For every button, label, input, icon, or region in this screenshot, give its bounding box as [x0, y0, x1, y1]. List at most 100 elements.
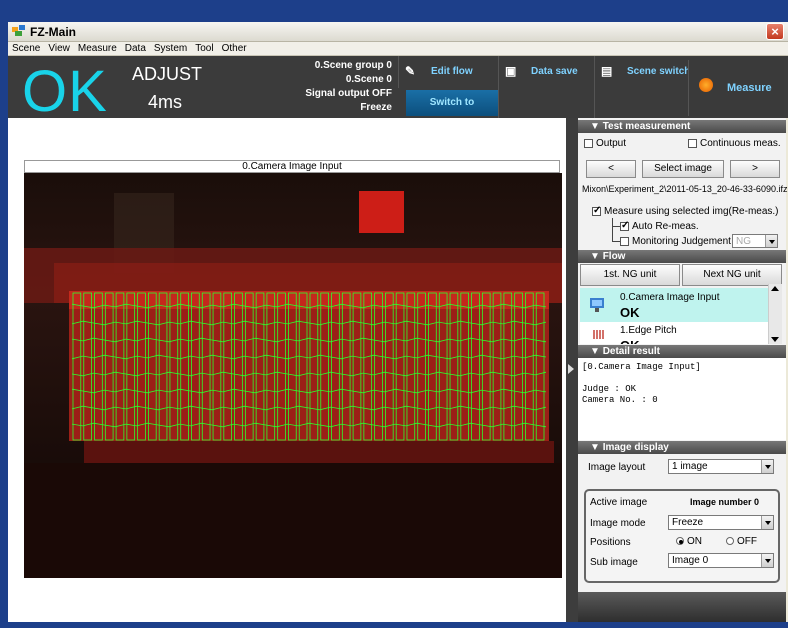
- scene-switch-icon: ▤: [601, 64, 613, 78]
- image-layout-value: 1 image: [672, 461, 708, 472]
- freeze-status: Freeze: [360, 102, 392, 113]
- menu-system[interactable]: System: [150, 42, 191, 56]
- auto-remeas-check[interactable]: [620, 220, 629, 231]
- process-time: 4ms: [148, 92, 183, 112]
- first-ng-button[interactable]: 1st. NG unit: [580, 264, 680, 286]
- flow-scrollbar[interactable]: [768, 284, 782, 344]
- chevron-down-icon[interactable]: [761, 516, 773, 529]
- positions-label: Positions: [590, 537, 631, 548]
- bottom-bar: [578, 592, 786, 622]
- scroll-up-icon[interactable]: [771, 286, 779, 291]
- detail-result-header[interactable]: ▼ Detail result: [578, 345, 786, 358]
- menu-other[interactable]: Other: [218, 42, 251, 56]
- image-layout-select[interactable]: 1 image: [668, 459, 774, 474]
- scene-name: 0.Scene 0: [345, 74, 392, 85]
- radio-on[interactable]: [676, 537, 684, 546]
- data-save-button[interactable]: ▣ Data save: [498, 56, 594, 118]
- output-checkbox[interactable]: Output: [584, 138, 626, 149]
- switch-run-mode-button[interactable]: Switch to RUNmode: [406, 90, 498, 134]
- measure-button[interactable]: Measure: [688, 60, 784, 116]
- monitoring-value: NG: [736, 236, 751, 247]
- image-display-header[interactable]: ▼ Image display: [578, 441, 786, 454]
- sub-image-label: Sub image: [590, 557, 638, 568]
- expand-arrow-icon[interactable]: [568, 364, 574, 374]
- edit-flow-label: Edit flow: [431, 66, 473, 77]
- scene-info: 0.Scene group 0 0.Scene 0 Signal output …: [284, 59, 392, 115]
- positions-on-radio[interactable]: ON: [676, 536, 702, 547]
- flow-title: Flow: [602, 251, 626, 262]
- camera-image[interactable]: [24, 173, 562, 578]
- menu-tool[interactable]: Tool: [191, 42, 217, 56]
- menu-measure[interactable]: Measure: [74, 42, 121, 56]
- measure-label: Measure: [727, 82, 772, 94]
- chevron-down-icon[interactable]: [761, 554, 773, 567]
- flow-header[interactable]: ▼ Flow: [578, 250, 786, 263]
- flow-item-name: 0.Camera Image Input: [620, 292, 720, 303]
- scroll-down-icon[interactable]: [771, 337, 779, 342]
- menu-scene[interactable]: Scene: [8, 42, 44, 56]
- positions-off-radio[interactable]: OFF: [726, 536, 757, 547]
- scene-switch-label: Scene switch: [627, 66, 691, 77]
- next-image-button[interactable]: >: [730, 160, 780, 178]
- auto-remeas-checkbox[interactable]: Auto Re-meas.: [620, 220, 699, 232]
- monitoring-label: Monitoring Judgement: [632, 236, 731, 247]
- positions-off-label: OFF: [737, 536, 757, 547]
- active-image-label: Active image: [590, 497, 648, 508]
- monitoring-check[interactable]: [620, 236, 629, 246]
- edit-flow-button[interactable]: ✎ Edit flow: [398, 56, 498, 88]
- camera-icon: [590, 298, 604, 312]
- menu-data[interactable]: Data: [121, 42, 150, 56]
- continuous-label: Continuous meas.: [700, 138, 781, 149]
- detail-result-title: Detail result: [602, 346, 660, 357]
- flow-item-name: 1.Edge Pitch: [620, 325, 677, 336]
- measure-selected-checkbox[interactable]: Measure using selected img(Re-meas.): [592, 205, 779, 217]
- flow-item-status: OK: [620, 305, 640, 320]
- select-image-button[interactable]: Select image: [642, 160, 724, 178]
- title-bar: FZ-Main ×: [8, 22, 788, 42]
- camera-image-render: [24, 173, 562, 578]
- menu-bar: Scene View Measure Data System Tool Other: [8, 42, 788, 56]
- image-mode-value: Freeze: [672, 517, 704, 528]
- mode-label: ADJUST: [132, 64, 203, 84]
- measure-selected-check[interactable]: [592, 205, 601, 216]
- auto-remeas-label: Auto Re-meas.: [632, 221, 699, 232]
- active-image-value: Image number 0: [690, 497, 760, 507]
- radio-off[interactable]: [726, 537, 734, 546]
- monitoring-checkbox[interactable]: Monitoring Judgement: [620, 236, 731, 247]
- toolbar: OK ADJUST 4ms 0.Scene group 0 0.Scene 0 …: [8, 56, 788, 134]
- scene-group: 0.Scene group 0: [314, 60, 392, 71]
- image-display-title: Image display: [602, 442, 669, 453]
- sub-image-select[interactable]: Image 0: [668, 553, 774, 568]
- next-ng-button[interactable]: Next NG unit: [682, 264, 782, 286]
- image-mode-label: Image mode: [590, 518, 646, 529]
- flow-item-status: OK: [620, 338, 640, 344]
- test-measurement-title: Test measurement: [602, 121, 691, 132]
- chevron-down-icon[interactable]: [765, 235, 777, 247]
- chevron-down-icon[interactable]: [761, 460, 773, 473]
- image-path: Mixon\Experiment_2\2011-05-13_20-46-33-6…: [582, 184, 788, 194]
- flow-item-camera[interactable]: 0.Camera Image Input OK: [580, 288, 768, 322]
- detail-result-text: [0.Camera Image Input] Judge : OK Camera…: [578, 358, 786, 440]
- image-bottom-area: [24, 578, 562, 618]
- menu-view[interactable]: View: [44, 42, 74, 56]
- output-label: Output: [596, 138, 627, 149]
- flow-item-edge-pitch[interactable]: 1.Edge Pitch OK: [580, 322, 768, 344]
- measure-icon: [699, 78, 713, 92]
- output-check[interactable]: [584, 138, 593, 148]
- prev-image-button[interactable]: <: [586, 160, 636, 178]
- image-mode-select[interactable]: Freeze: [668, 515, 774, 530]
- sub-image-value: Image 0: [672, 555, 709, 566]
- positions-on-label: ON: [687, 536, 702, 547]
- continuous-checkbox[interactable]: Continuous meas.: [688, 138, 781, 149]
- test-measurement-header[interactable]: ▼ Test measurement: [578, 120, 786, 133]
- overall-result: OK: [22, 59, 108, 124]
- continuous-check[interactable]: [688, 138, 697, 148]
- measure-selected-label: Measure using selected img(Re-meas.): [604, 206, 779, 217]
- monitoring-select[interactable]: NG: [732, 234, 778, 248]
- scene-switch-button[interactable]: ▤ Scene switch: [594, 56, 691, 118]
- edge-pitch-icon: [593, 330, 604, 339]
- pane-divider[interactable]: [566, 118, 578, 622]
- image-window-title: 0.Camera Image Input: [24, 160, 560, 173]
- close-button[interactable]: ×: [766, 23, 784, 40]
- floppy-disk-icon: ▣: [505, 64, 517, 78]
